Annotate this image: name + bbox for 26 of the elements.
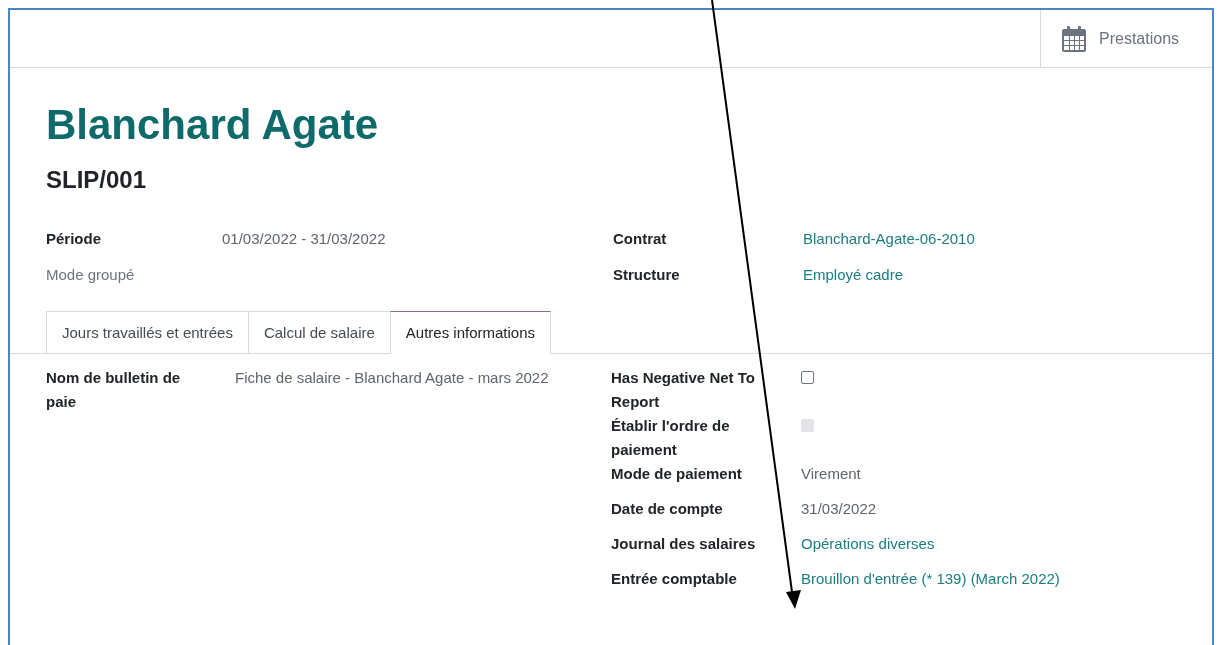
field-value: 01/03/2022 - 31/03/2022	[222, 229, 387, 249]
tab[interactable]: Jours travaillés et entrées	[46, 311, 248, 353]
calendar-icon	[1061, 24, 1087, 53]
field-label: Entrée comptable	[611, 569, 738, 589]
field-link[interactable]: Employé cadre	[789, 263, 1212, 287]
tab[interactable]: Autres informations	[389, 311, 552, 354]
field-label: Période	[46, 229, 103, 249]
tab[interactable]: Calcul de salaire	[247, 311, 390, 353]
field-link[interactable]: Opérations diverses	[801, 532, 1212, 556]
field-value: Virement	[801, 464, 862, 484]
checkbox[interactable]	[801, 371, 814, 384]
field-link[interactable]: Blanchard-Agate-06-2010	[789, 227, 1212, 251]
field-label: Établir l'ordre de paiement	[611, 416, 731, 460]
field-label: Nom de bulletin de paie	[46, 368, 182, 412]
field-value: 31/03/2022	[801, 499, 878, 519]
field-label: Date de compte	[611, 499, 724, 519]
field-label: Structure	[613, 265, 681, 285]
field-label: Journal des salaires	[611, 534, 757, 554]
field-label: Has Negative Net To Report	[611, 368, 756, 412]
field-label: Mode de paiement	[611, 464, 743, 484]
field-label: Contrat	[613, 229, 668, 249]
payslip-reference: SLIP/001	[46, 166, 148, 195]
employee-name: Blanchard Agate	[46, 102, 380, 149]
field-label: Mode groupé	[46, 265, 136, 285]
field-link[interactable]: Brouillon d'entrée (* 139) (March 2022)	[801, 567, 1212, 591]
field-value: Fiche de salaire - Blanchard Agate - mars 2022	[235, 368, 550, 388]
